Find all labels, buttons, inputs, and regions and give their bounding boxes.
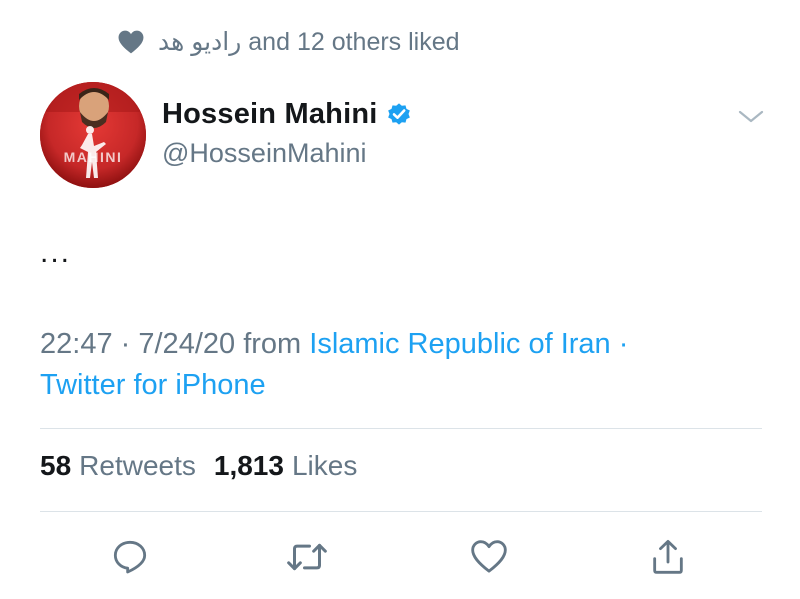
share-icon [653, 539, 683, 574]
divider [40, 511, 762, 512]
retweet-button[interactable] [284, 534, 330, 580]
tweet-meta: 22:47 · 7/24/20 from Islamic Republic of… [40, 324, 760, 406]
retweets-label: Retweets [79, 450, 196, 481]
social-context[interactable]: رادیو هد and 12 others liked [118, 24, 460, 60]
tweet-date: 7/24/20 [138, 328, 236, 360]
reply-button[interactable] [107, 534, 153, 580]
divider [40, 428, 762, 429]
tweet-text: ... [40, 236, 72, 269]
like-icon [471, 540, 507, 573]
tweet-options-chevron-down-icon[interactable] [735, 104, 767, 128]
verified-badge-icon [386, 101, 412, 127]
liked-suffix: and 12 others liked [248, 27, 460, 56]
meta-separator: · [120, 328, 131, 360]
heart-icon [118, 30, 144, 54]
display-name[interactable]: Hossein Mahini [162, 98, 378, 131]
retweets-stat[interactable]: 58 Retweets [40, 450, 196, 482]
reply-icon [113, 540, 147, 574]
likes-count: 1,813 [213, 450, 284, 481]
retweets-count: 58 [40, 450, 72, 481]
user-handle[interactable]: @HosseinMahini [162, 138, 412, 169]
location-link[interactable]: Islamic Republic of Iran [309, 328, 610, 360]
share-button[interactable] [645, 534, 691, 580]
source-link[interactable]: Twitter for iPhone [40, 369, 266, 401]
tweet-time: 22:47 [40, 328, 113, 360]
avatar-text: MAHINI [64, 149, 123, 165]
author-block: Hossein Mahini @HosseinMahini [162, 92, 412, 169]
tweet-stats: 58 Retweets 1,813 Likes [40, 450, 375, 482]
retweet-icon [287, 543, 327, 571]
like-button[interactable] [466, 534, 512, 580]
likes-stat[interactable]: 1,813 Likes [214, 450, 357, 482]
display-name-row: Hossein Mahini [162, 92, 412, 136]
action-bar [0, 534, 800, 580]
avatar[interactable]: MAHINI [40, 82, 146, 188]
from-label: from [243, 328, 302, 360]
likes-label: Likes [291, 450, 358, 481]
meta-separator-2: · [618, 328, 629, 360]
liked-by-text: رادیو هد and 12 others liked [158, 27, 460, 57]
liker-name[interactable]: رادیو هد [158, 27, 241, 57]
